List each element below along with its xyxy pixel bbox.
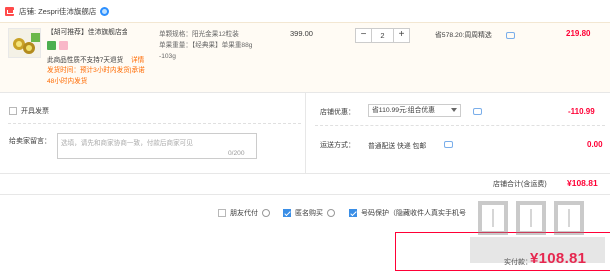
invoice-option[interactable]: 开具发票 <box>9 106 49 116</box>
store-discount-label: 店铺优惠： <box>320 109 355 116</box>
seller-message-label: 给卖家留言： <box>9 138 51 145</box>
return-policy-note: 此商品性质不支持7天退货 <box>47 57 124 64</box>
store-name-link[interactable]: Zespri佳沛旗舰店 <box>38 6 96 17</box>
item-subtotal: 219.80 <box>566 29 591 38</box>
quantity-stepper: − 2 + <box>355 28 410 43</box>
service-badge-icon <box>59 41 68 50</box>
shipping-method: 普通配送 快递 包邮 <box>368 143 427 150</box>
watermark-logo <box>470 201 605 263</box>
anonymous-checkbox[interactable] <box>283 209 291 217</box>
divider <box>8 123 301 124</box>
service-badges <box>47 41 68 50</box>
store-total-label: 店铺合计(含运费) <box>493 181 547 188</box>
message-char-count: 0/200 <box>228 150 245 157</box>
invoice-label: 开具发票 <box>21 108 49 115</box>
product-title-link[interactable]: 【胡可推荐】佳沛旗舰店金奇异... <box>47 28 127 38</box>
store-header: 店铺: Zespri佳沛旗舰店 <box>0 0 610 22</box>
anonymous-option[interactable]: 匿名购买 <box>283 208 335 218</box>
number-protect-option[interactable]: 号码保护（隐藏收件人真实手机号 <box>349 208 466 218</box>
quantity-minus-button[interactable]: − <box>356 29 371 42</box>
promotion-info: 省578.20:周周精选 <box>435 32 492 39</box>
help-icon[interactable] <box>262 209 270 217</box>
spec-line: -103g <box>159 53 176 60</box>
store-total-value: ¥108.81 <box>567 178 598 188</box>
product-specs: 单颗规格：阳光金果12粒装 单果重量：【经典果】单果重88g -103g <box>159 29 274 62</box>
friend-pay-label: 朋友代付 <box>230 210 258 217</box>
delivery-time: 发货时间：预计3小时内发货|承诺48小时内发货 <box>47 67 145 85</box>
chat-wangwang-icon[interactable] <box>100 6 110 16</box>
column-divider <box>305 92 306 173</box>
store-label: 店铺: <box>19 6 37 16</box>
discount-info-icon[interactable] <box>473 108 482 115</box>
store-discount-select[interactable]: 省110.99元:组合优惠 <box>368 104 461 117</box>
spec-line: 单颗规格：阳光金果12粒装 <box>159 31 239 38</box>
friend-pay-option[interactable]: 朋友代付 <box>218 208 270 218</box>
quantity-input[interactable]: 2 <box>371 29 394 42</box>
anonymous-label: 匿名购买 <box>295 210 323 217</box>
quantity-plus-button[interactable]: + <box>394 29 409 42</box>
order-item-row: 【胡可推荐】佳沛旗舰店金奇异... 此商品性质不支持7天退货 详情 发货时间：预… <box>0 22 610 92</box>
store-discount-amount: -110.99 <box>568 107 595 116</box>
number-protect-label: 号码保护（隐藏收件人真实手机号 <box>361 210 466 217</box>
store-total-row: 店铺合计(含运费) ¥108.81 <box>0 173 610 195</box>
shipping-amount: 0.00 <box>587 140 603 149</box>
number-protect-checkbox[interactable] <box>349 209 357 217</box>
service-badge-icon <box>47 41 56 50</box>
shipping-info-icon[interactable] <box>444 141 453 148</box>
store-icon <box>5 6 14 16</box>
promo-info-icon[interactable] <box>506 32 515 39</box>
shipping-label: 运送方式： <box>320 142 355 149</box>
divider <box>315 125 605 126</box>
chevron-down-icon <box>451 108 457 112</box>
product-thumbnail[interactable] <box>8 28 41 58</box>
spec-line: 单果重量：【经典果】单果重88g <box>159 42 253 49</box>
store-discount-value: 省110.99元:组合优惠 <box>372 107 435 114</box>
return-policy-details-link[interactable]: 详情 <box>131 54 144 64</box>
unit-price: 399.00 <box>290 29 313 38</box>
invoice-checkbox[interactable] <box>9 107 17 115</box>
seller-message-placeholder: 选填，请先和商家协商一致，付款后商家可见 <box>61 140 193 147</box>
friend-pay-checkbox[interactable] <box>218 209 226 217</box>
help-icon[interactable] <box>327 209 335 217</box>
